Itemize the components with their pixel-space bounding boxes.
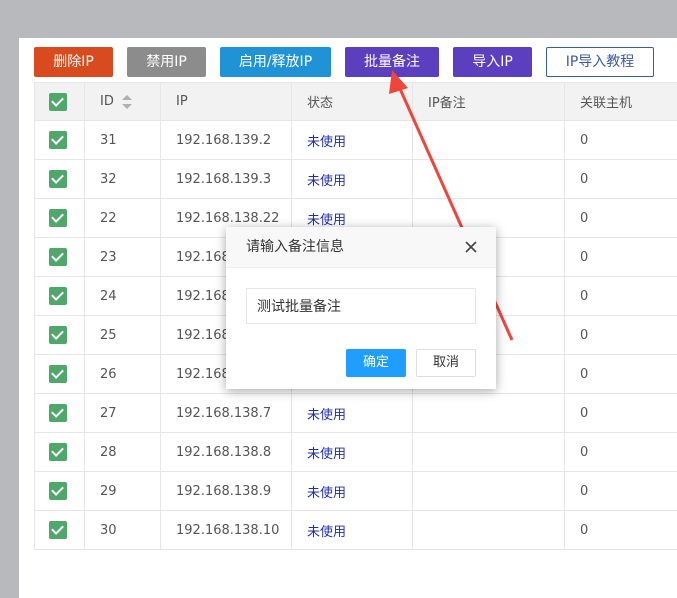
cell-ip: 192.168.138.10 xyxy=(160,510,292,550)
ip-import-tutorial-button[interactable]: IP导入教程 xyxy=(546,47,654,77)
cell-host: 0 xyxy=(564,315,677,355)
cell-status[interactable]: 未使用 xyxy=(291,120,413,160)
cell-remark xyxy=(412,393,565,433)
column-header-status: 状态 xyxy=(291,82,413,121)
row-select-cell[interactable] xyxy=(34,315,85,355)
cell-id: 31 xyxy=(84,120,161,160)
cell-host: 0 xyxy=(564,471,677,511)
delete-ip-button[interactable]: 删除IP xyxy=(34,47,113,77)
cell-remark xyxy=(412,159,565,199)
cell-status[interactable]: 未使用 xyxy=(291,159,413,199)
table-row[interactable]: 28 192.168.138.8 未使用 0 xyxy=(34,432,677,472)
cell-ip: 192.168.138.8 xyxy=(160,432,292,472)
row-select-cell[interactable] xyxy=(34,276,85,316)
table-header-row: ID IP 状态 IP备注 关联主机 xyxy=(34,82,677,121)
cell-id: 30 xyxy=(84,510,161,550)
column-header-id[interactable]: ID xyxy=(84,82,161,121)
cell-host: 0 xyxy=(564,354,677,394)
row-select-cell[interactable] xyxy=(34,393,85,433)
disable-ip-button[interactable]: 禁用IP xyxy=(127,47,206,77)
row-checkbox[interactable] xyxy=(49,326,67,344)
row-checkbox[interactable] xyxy=(49,482,67,500)
row-checkbox[interactable] xyxy=(49,209,67,227)
cell-ip: 192.168.139.3 xyxy=(160,159,292,199)
table-row[interactable]: 31 192.168.139.2 未使用 0 xyxy=(34,120,677,160)
row-checkbox[interactable] xyxy=(49,248,67,266)
cell-host: 0 xyxy=(564,276,677,316)
cell-id: 27 xyxy=(84,393,161,433)
confirm-button[interactable]: 确定 xyxy=(346,349,406,377)
row-select-cell[interactable] xyxy=(34,237,85,277)
cell-host: 0 xyxy=(564,393,677,433)
column-header-remark: IP备注 xyxy=(412,82,565,121)
cell-id: 24 xyxy=(84,276,161,316)
row-checkbox[interactable] xyxy=(49,365,67,383)
cell-host: 0 xyxy=(564,510,677,550)
cell-remark xyxy=(412,432,565,472)
row-select-cell[interactable] xyxy=(34,510,85,550)
row-checkbox[interactable] xyxy=(49,287,67,305)
cell-id: 26 xyxy=(84,354,161,394)
cell-remark xyxy=(412,120,565,160)
cell-id: 25 xyxy=(84,315,161,355)
cell-ip: 192.168.138.9 xyxy=(160,471,292,511)
row-checkbox[interactable] xyxy=(49,443,67,461)
select-all-cell[interactable] xyxy=(34,82,85,121)
cell-host: 0 xyxy=(564,120,677,160)
cell-status[interactable]: 未使用 xyxy=(291,393,413,433)
select-all-checkbox[interactable] xyxy=(49,92,67,111)
cell-status[interactable]: 未使用 xyxy=(291,432,413,472)
column-header-host: 关联主机 xyxy=(564,82,677,121)
row-checkbox[interactable] xyxy=(49,170,67,188)
batch-remark-button[interactable]: 批量备注 xyxy=(345,47,439,77)
remark-dialog: 请输入备注信息 确定 取消 xyxy=(226,227,496,389)
remark-input[interactable] xyxy=(246,288,476,324)
close-icon[interactable] xyxy=(463,239,479,255)
table-row[interactable]: 30 192.168.138.10 未使用 0 xyxy=(34,510,677,550)
cell-status[interactable]: 未使用 xyxy=(291,471,413,511)
dialog-title: 请输入备注信息 xyxy=(226,227,496,268)
table-row[interactable]: 29 192.168.138.9 未使用 0 xyxy=(34,471,677,511)
cell-status[interactable]: 未使用 xyxy=(291,510,413,550)
cell-host: 0 xyxy=(564,237,677,277)
sort-icon[interactable] xyxy=(121,94,132,109)
column-header-ip: IP xyxy=(160,82,292,121)
cell-ip: 192.168.139.2 xyxy=(160,120,292,160)
cell-ip: 192.168.138.7 xyxy=(160,393,292,433)
cell-remark xyxy=(412,471,565,511)
cell-host: 0 xyxy=(564,159,677,199)
cell-host: 0 xyxy=(564,198,677,238)
import-ip-button[interactable]: 导入IP xyxy=(453,47,532,77)
cell-host: 0 xyxy=(564,432,677,472)
cell-id: 22 xyxy=(84,198,161,238)
row-select-cell[interactable] xyxy=(34,471,85,511)
cell-id: 23 xyxy=(84,237,161,277)
table-row[interactable]: 32 192.168.139.3 未使用 0 xyxy=(34,159,677,199)
row-checkbox[interactable] xyxy=(49,521,67,539)
backdrop-left xyxy=(0,0,19,598)
table-row[interactable]: 27 192.168.138.7 未使用 0 xyxy=(34,393,677,433)
cell-remark xyxy=(412,510,565,550)
row-select-cell[interactable] xyxy=(34,120,85,160)
row-checkbox[interactable] xyxy=(49,404,67,422)
row-checkbox[interactable] xyxy=(49,131,67,149)
row-select-cell[interactable] xyxy=(34,354,85,394)
toolbar: 删除IP 禁用IP 启用/释放IP 批量备注 导入IP IP导入教程 xyxy=(19,38,677,82)
column-label: ID xyxy=(100,94,114,109)
cell-id: 28 xyxy=(84,432,161,472)
cell-id: 29 xyxy=(84,471,161,511)
row-select-cell[interactable] xyxy=(34,432,85,472)
row-select-cell[interactable] xyxy=(34,198,85,238)
row-select-cell[interactable] xyxy=(34,159,85,199)
enable-release-ip-button[interactable]: 启用/释放IP xyxy=(220,47,331,77)
cancel-button[interactable]: 取消 xyxy=(416,349,476,377)
cell-id: 32 xyxy=(84,159,161,199)
